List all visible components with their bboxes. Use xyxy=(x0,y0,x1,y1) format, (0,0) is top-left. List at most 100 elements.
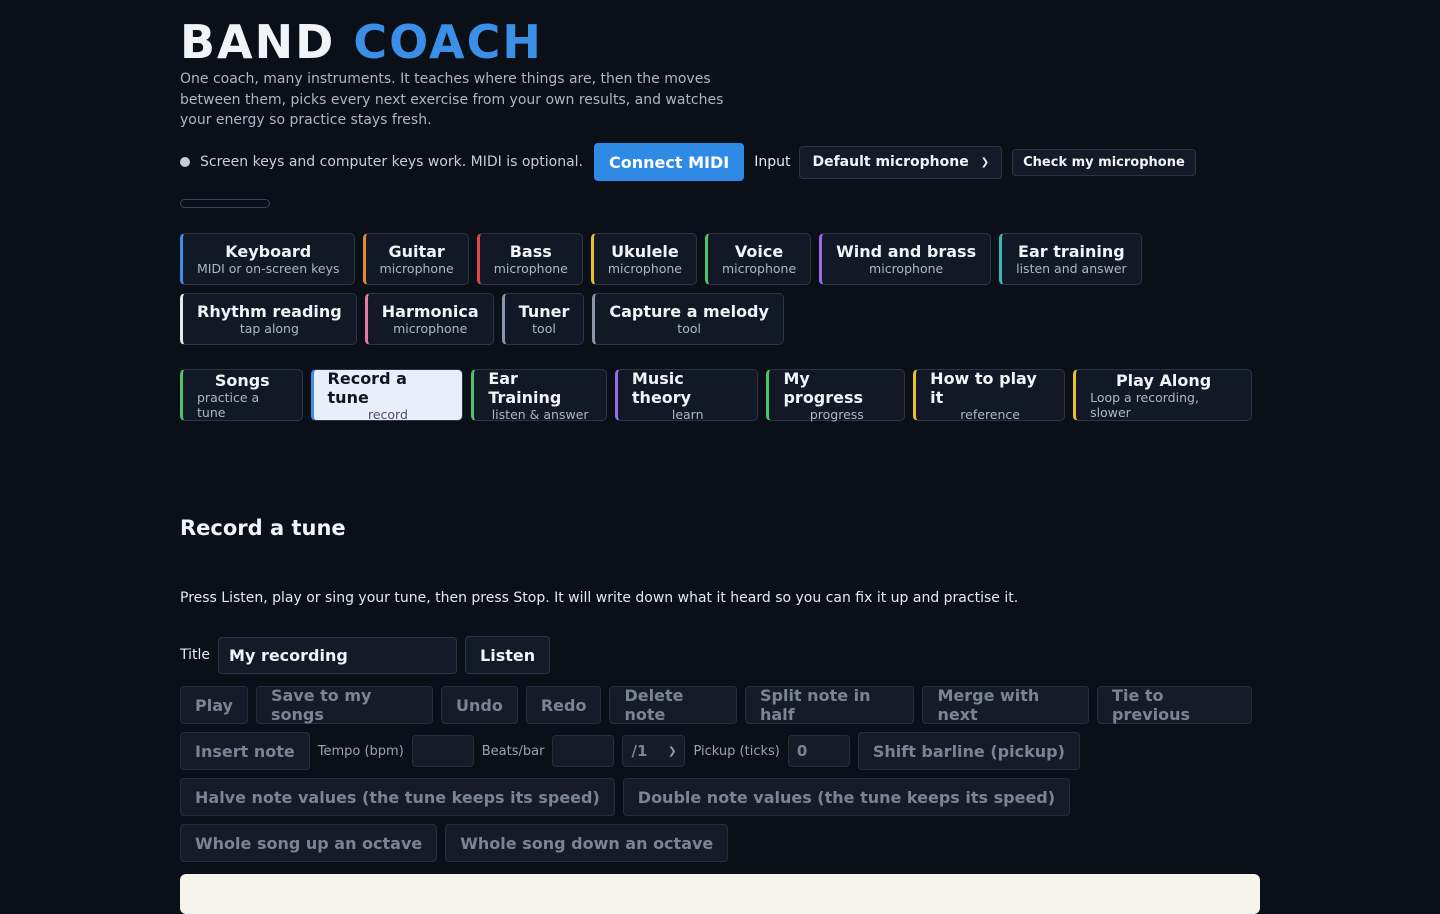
midi-bar: Screen keys and computer keys work. MIDI… xyxy=(180,143,1196,181)
check-microphone-button[interactable]: Check my microphone xyxy=(1012,148,1196,176)
instrument-tab-keyboard-title: Keyboard xyxy=(225,242,312,261)
play-button[interactable]: Play xyxy=(180,686,248,724)
app-title-band: BAND xyxy=(180,15,336,69)
mode-tab-play-along-subtitle: Loop a recording, slower xyxy=(1090,389,1199,420)
app-tagline: One coach, many instruments. It teaches … xyxy=(180,71,724,128)
tie-previous-button[interactable]: Tie to previous xyxy=(1097,686,1252,724)
beats-per-bar-input[interactable] xyxy=(552,735,615,767)
edit-row-3: Halve note values (the tune keeps its sp… xyxy=(180,778,1078,816)
section-description: Press Listen, play or sing your tune, th… xyxy=(180,590,1019,606)
app-title-coach: COACH xyxy=(353,15,543,69)
instrument-tab-keyboard-subtitle: MIDI or on-screen keys xyxy=(197,261,340,276)
beat-unit-value: /1 xyxy=(631,742,648,760)
instrument-tab-ear-training-subtitle: listen and answer xyxy=(1016,261,1127,276)
instrument-tab-harmonica[interactable]: Harmonica microphone xyxy=(364,293,494,345)
instrument-tab-bass-title: Bass xyxy=(509,242,552,261)
listen-button[interactable]: Listen xyxy=(465,636,551,674)
mode-tab-play-along-title: Play Along xyxy=(1115,370,1212,390)
pickup-input[interactable]: 0 xyxy=(787,735,850,767)
double-note-values-button[interactable]: Double note values (the tune keeps its s… xyxy=(622,778,1071,816)
mode-tab-ear-training-title: Ear Training xyxy=(488,368,562,407)
section-title: Record a tune xyxy=(180,516,346,540)
instrument-tab-wind-and-brass-subtitle: microphone xyxy=(869,261,944,276)
instrument-tab-ukulele-subtitle: microphone xyxy=(607,261,682,276)
instrument-tab-wind-and-brass-title: Wind and brass xyxy=(836,242,977,261)
mode-tab-how-to-play-it-title: How to play it xyxy=(930,368,1037,407)
instrument-tab-capture-a-melody-title: Capture a melody xyxy=(609,302,769,321)
instrument-tab-guitar-subtitle: microphone xyxy=(379,261,454,276)
mode-tab-play-along[interactable]: Play Along Loop a recording, slower xyxy=(1073,369,1252,421)
chevron-down-icon: ❯ xyxy=(668,745,677,757)
mode-tab-my-progress[interactable]: My progress progress xyxy=(766,369,906,422)
title-input-value: My recording xyxy=(229,645,348,665)
merge-next-button[interactable]: Merge with next xyxy=(922,686,1090,724)
undo-button[interactable]: Undo xyxy=(441,686,518,724)
octave-up-button[interactable]: Whole song up an octave xyxy=(180,824,438,862)
instrument-tab-harmonica-title: Harmonica xyxy=(381,302,479,321)
mode-tab-how-to-play-it[interactable]: How to play it reference xyxy=(913,368,1066,422)
beats-per-bar-label: Beats/bar xyxy=(481,743,545,759)
connect-midi-button[interactable]: Connect MIDI xyxy=(594,143,745,181)
mode-tab-music-theory[interactable]: Music theory learn xyxy=(614,369,759,422)
instrument-tab-rhythm-reading-subtitle: tap along xyxy=(239,321,299,336)
instrument-tab-bass-subtitle: microphone xyxy=(493,261,568,276)
split-note-button[interactable]: Split note in half xyxy=(745,686,915,724)
mode-tab-ear-training-subtitle: listen & answer xyxy=(491,406,589,422)
midi-status-text: Screen keys and computer keys work. MIDI… xyxy=(200,154,584,170)
title-input[interactable]: My recording xyxy=(218,636,458,674)
midi-status-dot-icon xyxy=(180,157,190,167)
tempo-input[interactable] xyxy=(411,735,474,767)
instrument-tab-keyboard[interactable]: Keyboard MIDI or on-screen keys xyxy=(180,233,355,285)
instrument-tab-bass[interactable]: Bass microphone xyxy=(476,233,583,285)
instrument-tab-voice-title: Voice xyxy=(734,242,784,261)
input-select-value: Default microphone xyxy=(812,154,969,170)
instrument-row-1: Keyboard MIDI or on-screen keys Guitar micr… xyxy=(180,233,1150,285)
instrument-row-2: Rhythm reading tap along Harmonica micropho… xyxy=(180,293,792,345)
instrument-tab-capture-a-melody[interactable]: Capture a melody tool xyxy=(592,293,784,345)
pickup-value: 0 xyxy=(796,742,808,760)
notation-sheet xyxy=(180,874,1260,914)
instrument-tab-tuner-subtitle: tool xyxy=(532,321,556,336)
save-to-songs-button[interactable]: Save to my songs xyxy=(255,686,434,724)
instrument-tab-guitar[interactable]: Guitar microphone xyxy=(362,233,469,285)
instrument-tab-tuner[interactable]: Tuner tool xyxy=(501,293,585,345)
delete-note-button[interactable]: Delete note xyxy=(609,686,738,724)
mode-tab-record-a-tune-title: Record a tune xyxy=(327,368,407,407)
chevron-down-icon: ❯ xyxy=(980,156,990,168)
insert-note-button[interactable]: Insert note xyxy=(180,732,310,770)
instrument-tab-ukulele-title: Ukulele xyxy=(611,242,679,261)
redo-button[interactable]: Redo xyxy=(525,686,602,724)
tempo-label: Tempo (bpm) xyxy=(317,743,404,759)
mode-tab-songs-title: Songs xyxy=(214,370,270,390)
instrument-tab-voice[interactable]: Voice microphone xyxy=(705,233,812,285)
mode-tab-ear-training[interactable]: Ear Training listen & answer xyxy=(471,368,607,422)
app-title: BAND COACH xyxy=(180,16,1260,68)
instrument-tab-tuner-title: Tuner xyxy=(518,302,570,321)
mode-tab-my-progress-subtitle: progress xyxy=(809,406,864,422)
beat-unit-select[interactable]: /1 ❯ xyxy=(622,735,686,767)
instrument-tab-wind-and-brass[interactable]: Wind and brass microphone xyxy=(819,233,992,285)
input-label: Input xyxy=(754,154,791,170)
octave-down-button[interactable]: Whole song down an octave xyxy=(445,824,729,862)
mode-tab-songs-subtitle: practice a tune xyxy=(197,389,260,420)
mode-row: Songs practice a tune Record a tune record E… xyxy=(180,368,1260,422)
instrument-tab-ukulele[interactable]: Ukulele microphone xyxy=(590,233,697,285)
mode-tab-music-theory-subtitle: learn xyxy=(671,406,704,422)
mode-tab-songs[interactable]: Songs practice a tune xyxy=(180,369,303,421)
app-root: BAND COACH One coach, many instruments. … xyxy=(180,0,1260,862)
title-row: Title My recording Listen xyxy=(180,636,551,674)
level-meter xyxy=(180,199,270,208)
shift-barline-button[interactable]: Shift barline (pickup) xyxy=(857,732,1080,770)
halve-note-values-button[interactable]: Halve note values (the tune keeps its sp… xyxy=(180,778,615,816)
edit-row-2: Insert note Tempo (bpm) Beats/bar /1 ❯ P… xyxy=(180,732,1088,770)
instrument-tab-capture-a-melody-subtitle: tool xyxy=(677,321,701,336)
edit-row-4: Whole song up an octave Whole song down … xyxy=(180,824,736,862)
instrument-tab-rhythm-reading-title: Rhythm reading xyxy=(197,302,342,321)
mode-tab-record-a-tune-subtitle: record xyxy=(367,406,408,422)
mode-tab-record-a-tune[interactable]: Record a tune record xyxy=(310,368,464,422)
input-select[interactable]: Default microphone ❯ xyxy=(799,145,1003,179)
pickup-label: Pickup (ticks) xyxy=(693,743,780,759)
edit-row-1: Play Save to my songs Undo Redo Delete n… xyxy=(180,686,1260,724)
instrument-tab-rhythm-reading[interactable]: Rhythm reading tap along xyxy=(180,293,357,345)
instrument-tab-ear-training[interactable]: Ear training listen and answer xyxy=(999,233,1142,285)
